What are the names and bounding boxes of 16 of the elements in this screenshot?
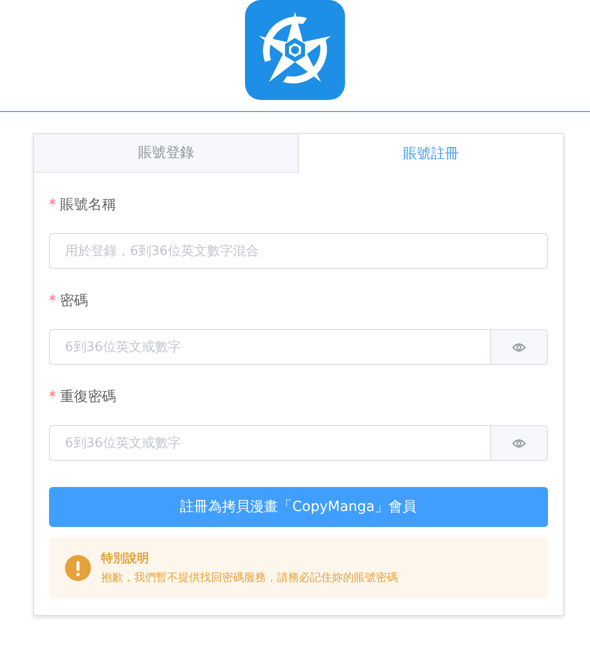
input-field[interactable]: 用於登錄，6到36位英文數字混合	[49, 233, 548, 269]
warning-icon	[65, 555, 91, 581]
alert-text: 抱歉，我們暫不提供找回密碼服務，請務必記住妳的賬號密碼	[101, 570, 398, 586]
required-mark: *	[49, 196, 56, 215]
input-field[interactable]: 6到36位英文或數字	[49, 425, 491, 461]
field-label: 賬號名稱	[60, 196, 116, 215]
eye-icon[interactable]	[491, 425, 548, 461]
required-mark: *	[49, 388, 56, 407]
register-button[interactable]: 註冊為拷貝漫畫「CopyManga」會員	[49, 487, 548, 527]
input-field[interactable]: 6到36位英文或數字	[49, 329, 491, 365]
required-mark: *	[49, 292, 56, 311]
tab[interactable]: 賬號註冊	[298, 134, 563, 173]
alert-title: 特別說明	[101, 550, 150, 567]
field-label: 密碼	[60, 292, 88, 311]
field-label: 重復密碼	[60, 388, 116, 407]
eye-icon[interactable]	[491, 329, 548, 365]
